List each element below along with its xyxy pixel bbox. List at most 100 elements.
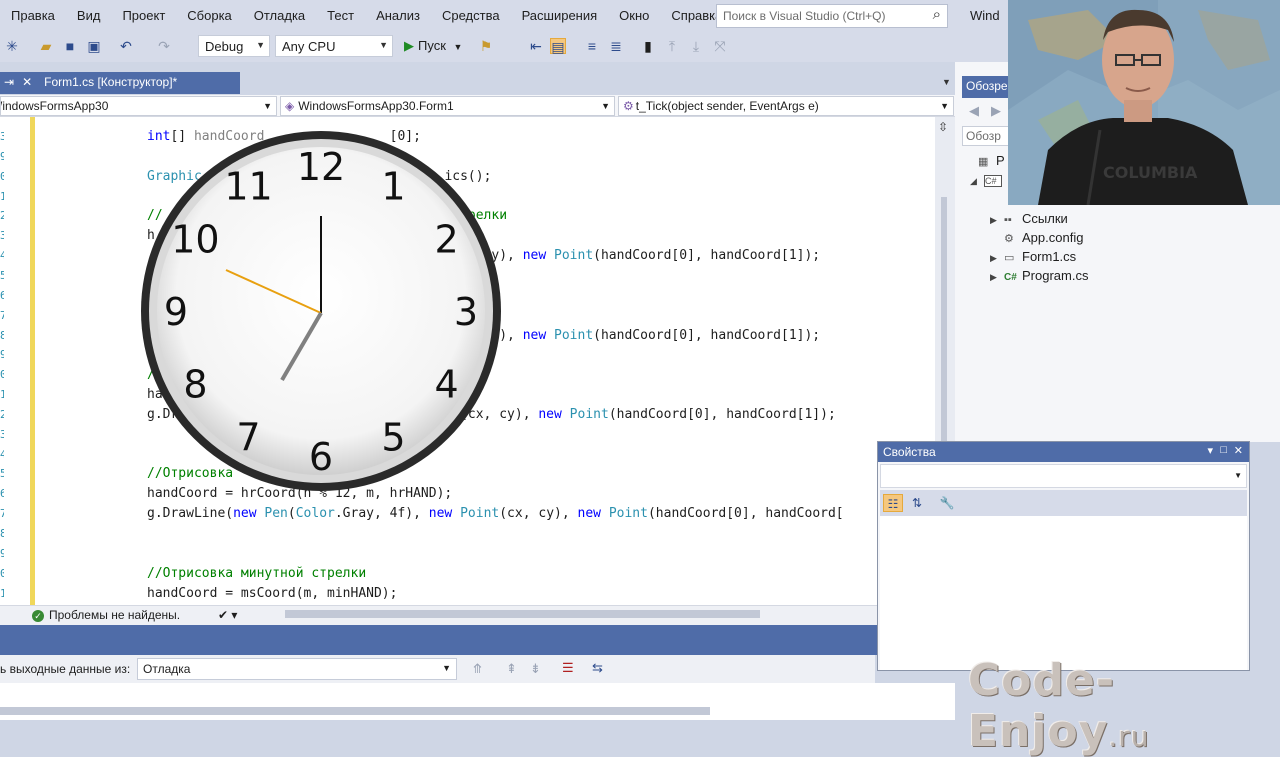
properties-title-bar[interactable]: Свойства ▾ □ ✕ <box>878 442 1249 462</box>
menu-item[interactable]: Сборка <box>176 8 243 23</box>
prev-bookmark-icon[interactable]: ⤒ <box>664 38 680 54</box>
clear-all-icon[interactable]: ☰ <box>562 660 574 676</box>
menu-item[interactable]: Проект <box>111 8 176 23</box>
menu-item[interactable]: Средства <box>431 8 511 23</box>
tree-item-references[interactable]: ▶ ▪▪ Ссылки <box>990 211 1068 226</box>
tree-item-app-config[interactable]: ⚙ App.config <box>1004 230 1083 245</box>
tree-item-label: Program.cs <box>1022 268 1089 283</box>
solution-explorer-search[interactable]: Обозр <box>962 126 1010 146</box>
menu-item[interactable]: Правка <box>0 8 66 23</box>
standard-toolbar: ✳ ▰ ■ ▣ ↶ ↷ Debug ▼ Any CPU ▼ ⚑ ⇤ ▤ ≡ ≣ ▮ … <box>0 30 1010 62</box>
save-all-icon[interactable]: ▣ <box>86 38 102 54</box>
next-message-icon[interactable]: ⇟ <box>530 661 541 677</box>
pin-icon[interactable]: ⇥ <box>4 75 14 89</box>
start-button[interactable]: ▶ Пуск ▼ <box>404 38 462 54</box>
uncomment-icon[interactable]: ≣ <box>608 38 624 54</box>
new-project-icon[interactable]: ✳ <box>4 38 20 54</box>
project-dropdown[interactable]: WindowsFormsApp30 ▼ <box>0 96 277 116</box>
output-source-value: Отладка <box>143 662 191 676</box>
collapsed-arrow-icon[interactable]: ▶ <box>990 253 1004 264</box>
tab-overflow-icon[interactable]: ▼ <box>942 77 951 87</box>
forward-icon[interactable]: ▶ <box>991 103 1001 119</box>
line-number: 9 <box>0 149 4 163</box>
code-token: new <box>522 248 547 264</box>
maximize-icon[interactable]: □ <box>1220 444 1227 456</box>
properties-grid[interactable] <box>880 516 1247 670</box>
code-token: Point <box>460 506 500 522</box>
chevron-down-icon: ▼ <box>453 42 463 52</box>
collapsed-arrow-icon[interactable]: ▶ <box>990 272 1004 283</box>
configuration-value: Debug <box>205 39 244 54</box>
redo-icon[interactable]: ↷ <box>156 38 172 54</box>
clock-number: 11 <box>224 164 272 208</box>
platform-value: Any CPU <box>282 39 336 54</box>
code-cleanup-icon[interactable]: ✔ ▾ <box>218 608 237 622</box>
comment-icon[interactable]: ≡ <box>584 38 600 54</box>
platform-select[interactable]: Any CPU ▼ <box>275 35 393 57</box>
properties-object-select[interactable]: ▼ <box>880 464 1247 488</box>
tree-item-project[interactable]: ◢ C# <box>970 172 1002 187</box>
issues-status[interactable]: ✓ Проблемы не найдены. <box>32 608 180 622</box>
tree-item-form1[interactable]: ▶ ▭ Form1.cs <box>990 249 1076 264</box>
toggle-view-icon[interactable]: ▤ <box>550 38 566 55</box>
tree-item-label: Form1.cs <box>1022 249 1077 264</box>
horizontal-scrollbar[interactable] <box>285 610 760 618</box>
menu-item[interactable]: Вид <box>66 8 112 23</box>
tab-label: Form1.cs [Конструктор]* <box>44 75 178 89</box>
output-source-select[interactable]: Отладка ▼ <box>137 658 457 680</box>
output-scrollbar[interactable] <box>0 707 710 715</box>
expanded-arrow-icon[interactable]: ◢ <box>970 176 984 187</box>
menu-item[interactable]: Анализ <box>365 8 431 23</box>
close-icon[interactable]: ✕ <box>1234 444 1243 457</box>
goto-message-icon[interactable]: ⤊ <box>472 661 483 677</box>
watermark: Code-Enjoy.ru <box>968 655 1280 757</box>
chevron-down-icon: ▼ <box>263 101 272 111</box>
menu-item[interactable]: Отладка <box>243 8 316 23</box>
member-value: t_Tick(object sender, EventArgs e) <box>635 99 819 113</box>
open-folder-icon[interactable]: ▰ <box>38 38 54 54</box>
window-title: Wind <box>970 8 1000 23</box>
code-line: //Отрисовка минутной стрелки <box>147 566 366 581</box>
back-icon[interactable]: ◀ <box>969 103 979 119</box>
categorized-icon[interactable]: ☷ <box>883 494 903 512</box>
clear-bookmarks-icon[interactable]: ⤧ <box>712 38 728 54</box>
save-icon[interactable]: ■ <box>62 38 78 54</box>
clock-number: 5 <box>381 416 405 460</box>
svg-text:COLUMBIA: COLUMBIA <box>1103 163 1198 182</box>
search-input[interactable]: Поиск в Visual Studio (Ctrl+Q) ⌕ <box>716 4 948 28</box>
window-menu-icon[interactable]: ▾ <box>1207 444 1213 457</box>
member-dropdown[interactable]: ⚙ t_Tick(object sender, EventArgs e) ▼ <box>618 96 954 116</box>
clock-face: 12 12 3 45 6 78 9 1011 <box>141 131 501 491</box>
property-pages-icon[interactable]: 🔧 <box>937 494 957 512</box>
class-value: WindowsFormsApp30.Form1 <box>298 99 454 113</box>
output-text-area[interactable] <box>0 683 955 720</box>
undo-icon[interactable]: ↶ <box>118 38 134 54</box>
play-icon: ▶ <box>404 38 414 53</box>
bookmark-icon[interactable]: ▮ <box>640 38 656 54</box>
method-icon: ⚙ <box>623 99 634 113</box>
line-number: 4 <box>0 447 4 461</box>
line-number: 0 <box>0 566 4 580</box>
indent-icon[interactable]: ⇤ <box>528 38 544 54</box>
menu-item[interactable]: Расширения <box>511 8 609 23</box>
tab-form1-designer[interactable]: ⇥ ✕ Form1.cs [Конструктор]* <box>0 72 240 94</box>
line-number-gutter: 3 9 0 1 2 3 4 5 6 7 8 9 0 1 2 3 4 5 6 7 8 9 0 1 <box>0 117 30 605</box>
word-wrap-icon[interactable]: ⇆ <box>592 660 603 676</box>
tree-item-solution[interactable]: ▦ Р <box>978 153 1005 168</box>
code-token: (handCoord[0], handCoord[1]); <box>593 248 821 264</box>
csharp-file-icon: C# <box>1004 272 1017 283</box>
menu-item[interactable]: Тест <box>316 8 365 23</box>
prev-message-icon[interactable]: ⇞ <box>506 661 517 677</box>
menu-item[interactable]: Окно <box>608 8 660 23</box>
split-editor-icon[interactable]: ⇳ <box>938 120 948 134</box>
close-icon[interactable]: ✕ <box>22 75 32 89</box>
alphabetical-icon[interactable]: ⇅ <box>907 494 927 512</box>
class-icon: ◈ <box>285 99 295 113</box>
collapsed-arrow-icon[interactable]: ▶ <box>990 215 1004 226</box>
find-icon[interactable]: ⚑ <box>478 38 494 54</box>
next-bookmark-icon[interactable]: ⤓ <box>688 38 704 54</box>
class-dropdown[interactable]: ◈ WindowsFormsApp30.Form1 ▼ <box>280 96 615 116</box>
configuration-select[interactable]: Debug ▼ <box>198 35 270 57</box>
tree-item-program[interactable]: ▶ C# Program.cs <box>990 268 1088 283</box>
line-number: 1 <box>0 388 4 402</box>
